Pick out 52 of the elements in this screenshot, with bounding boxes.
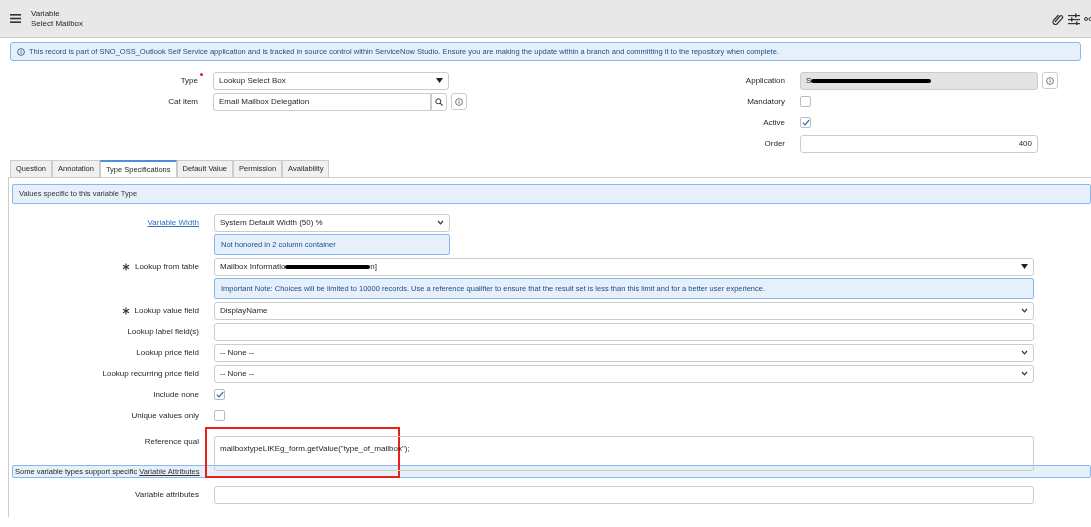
read-only-field: S [800, 71, 1038, 90]
checkbox[interactable] [214, 410, 225, 421]
field-label: Variable attributes [135, 488, 199, 501]
field-label: Active [763, 117, 785, 127]
dropdown-triangle-icon [1021, 264, 1028, 269]
info-button[interactable] [451, 93, 467, 110]
record-type: Variable [31, 8, 61, 19]
field-label: Unique values only [131, 409, 199, 422]
field-label: Lookup value field [134, 304, 199, 317]
chevron-down-icon [437, 220, 444, 225]
field-label: Lookup price field [136, 346, 199, 359]
chevron-down-icon [1021, 371, 1028, 376]
dropdown-triangle-icon [436, 78, 443, 83]
info-button[interactable] [1042, 72, 1058, 89]
check-icon [215, 391, 224, 398]
check-icon [801, 119, 810, 126]
settings-sliders-icon[interactable] [1068, 12, 1080, 25]
select-field[interactable]: System Default Width (50) % [214, 213, 450, 232]
field-label: Mandatory [747, 96, 785, 106]
paperclip-icon[interactable] [1052, 12, 1064, 25]
select-field[interactable]: DisplayName [214, 301, 1034, 320]
field-label: Lookup recurring price field [102, 367, 199, 380]
chevron-down-icon [1021, 308, 1028, 313]
field-label: Include none [153, 388, 199, 401]
text-field[interactable] [214, 322, 1034, 341]
info-icon [1046, 76, 1054, 85]
checkbox[interactable] [800, 117, 811, 128]
field-label: Type [180, 75, 198, 85]
field-label: Application [745, 75, 785, 85]
info-icon [455, 97, 463, 106]
field-label: Order [764, 138, 785, 148]
field-label: Lookup label field(s) [127, 325, 199, 338]
search-icon [435, 97, 443, 106]
text-field[interactable] [214, 485, 1034, 504]
select-field[interactable]: -- None -- [214, 343, 1034, 362]
select-field[interactable]: -- None -- [214, 364, 1034, 383]
field-label: Cat item [168, 96, 198, 106]
more-icon[interactable] [1084, 16, 1091, 21]
info-icon [17, 47, 25, 56]
record-title: Select Mailbox [31, 18, 84, 29]
reference-field[interactable]: Email Mailbox Delegation [213, 92, 431, 111]
field-label-link[interactable]: Variable Width [147, 216, 199, 229]
search-button[interactable] [431, 92, 447, 111]
number-field[interactable]: 400 [800, 134, 1038, 153]
field-label: Reference qual [144, 436, 199, 448]
chevron-down-icon [1021, 350, 1028, 355]
checkbox[interactable] [800, 96, 811, 107]
field-label: Lookup from table [134, 260, 199, 273]
checkbox[interactable] [214, 389, 225, 400]
menu-icon[interactable] [10, 14, 21, 23]
table-dropdown[interactable]: Mailbox Informatio n] [214, 257, 1034, 276]
type-dropdown[interactable]: Lookup Select Box [213, 71, 449, 90]
